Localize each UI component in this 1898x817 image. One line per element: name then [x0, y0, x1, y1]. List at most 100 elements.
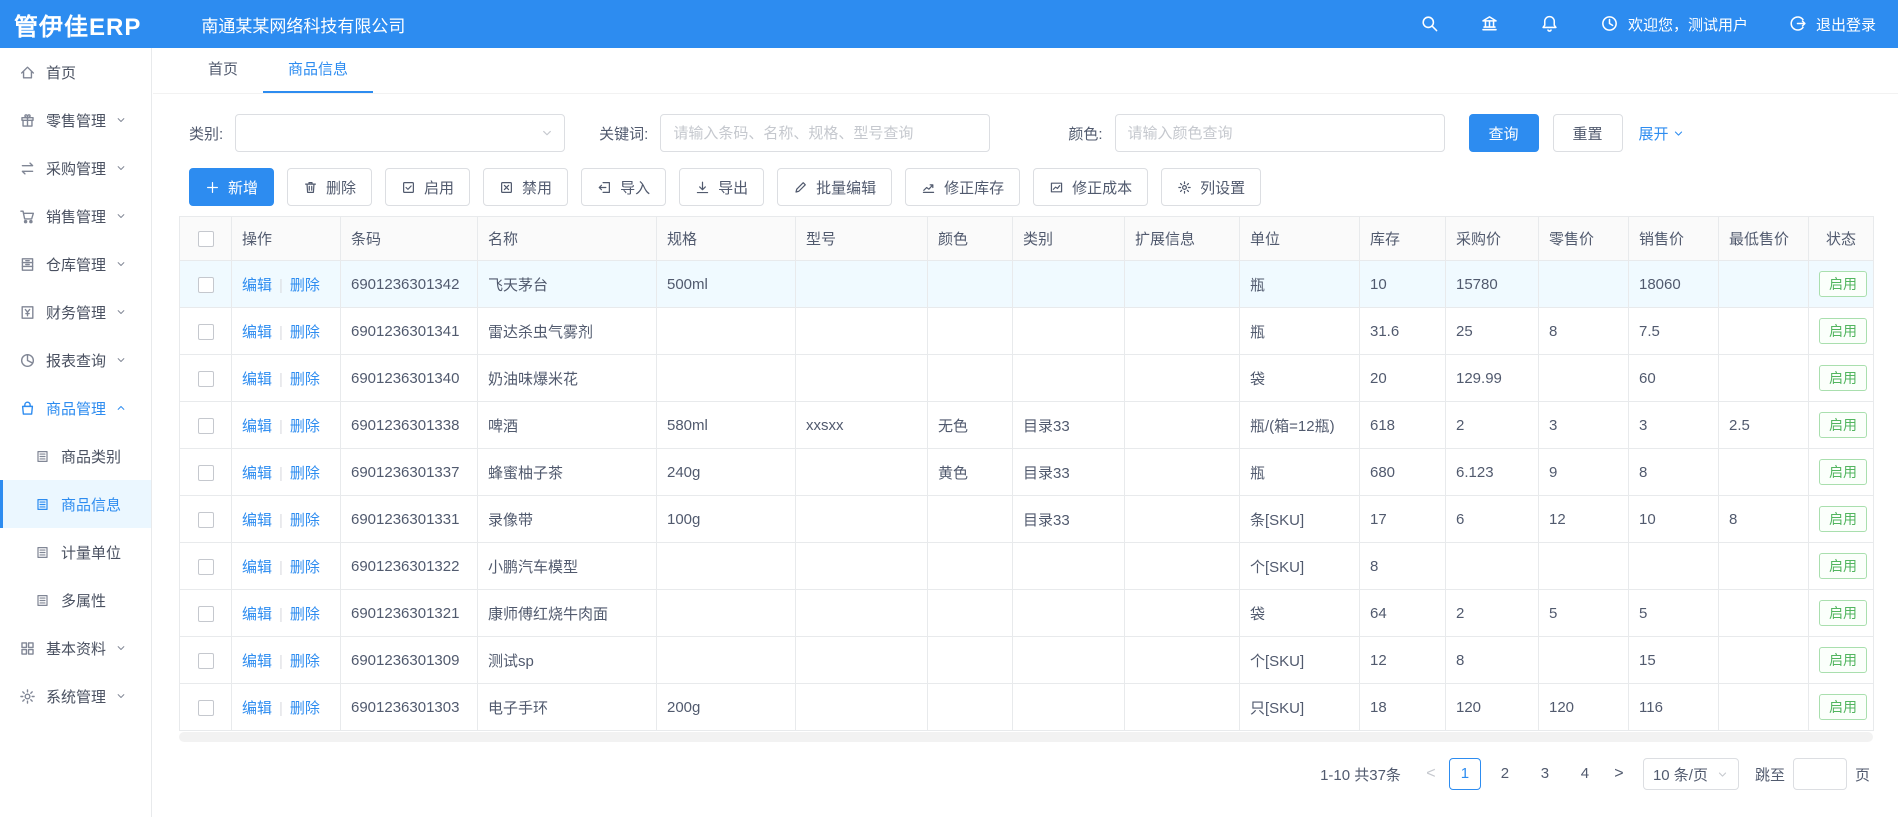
row-checkbox[interactable]	[198, 653, 214, 669]
jump-page-input[interactable]	[1793, 758, 1847, 790]
logout-button[interactable]: 退出登录	[1788, 14, 1876, 35]
导入-button[interactable]: 导入	[581, 168, 666, 206]
reset-button[interactable]: 重置	[1553, 114, 1623, 152]
status-badge: 启用	[1819, 647, 1867, 673]
keyword-input[interactable]	[660, 114, 990, 152]
tab-product-info[interactable]: 商品信息	[263, 48, 373, 93]
table-row: 编辑|删除6901236301341雷达杀虫气雾剂瓶31.62587.5启用	[180, 308, 1874, 355]
row-checkbox[interactable]	[198, 700, 214, 716]
select-all-checkbox[interactable]	[198, 231, 214, 247]
cell-unit: 瓶/(箱=12瓶)	[1240, 402, 1360, 449]
启用-button[interactable]: 启用	[385, 168, 470, 206]
page-number-2[interactable]: 2	[1489, 758, 1521, 790]
page-number-4[interactable]: 4	[1569, 758, 1601, 790]
jump-suffix: 页	[1855, 764, 1870, 785]
toolbar-button-label: 启用	[424, 177, 454, 198]
新增-button[interactable]: 新增	[189, 168, 274, 206]
delete-link[interactable]: 删除	[290, 465, 320, 482]
sidebar-item-报表查询[interactable]: 报表查询	[0, 336, 151, 384]
horizontal-scrollbar[interactable]	[179, 732, 1873, 742]
sidebar-item-系统管理[interactable]: 系统管理	[0, 672, 151, 720]
delete-link[interactable]: 删除	[290, 653, 320, 670]
operation-cell: 编辑|删除	[232, 543, 341, 590]
cell-purchase: 15780	[1446, 261, 1539, 308]
delete-link[interactable]: 删除	[290, 277, 320, 294]
sidebar-item-财务管理[interactable]: 财务管理	[0, 288, 151, 336]
sidebar-item-计量单位[interactable]: 计量单位	[0, 528, 151, 576]
delete-link[interactable]: 删除	[290, 700, 320, 717]
列设置-button[interactable]: 列设置	[1161, 168, 1261, 206]
color-input[interactable]	[1115, 114, 1445, 152]
修正成本-button[interactable]: 修正成本	[1033, 168, 1148, 206]
edit-link[interactable]: 编辑	[242, 418, 272, 435]
edit-link[interactable]: 编辑	[242, 465, 272, 482]
row-checkbox[interactable]	[198, 559, 214, 575]
cell-category	[1013, 637, 1125, 684]
row-checkbox[interactable]	[198, 418, 214, 434]
delete-link[interactable]: 删除	[290, 559, 320, 576]
expand-link[interactable]: 展开	[1639, 123, 1685, 144]
sidebar-item-商品信息[interactable]: 商品信息	[0, 480, 151, 528]
row-checkbox[interactable]	[198, 512, 214, 528]
pagination-summary: 1-10 共37条	[1320, 764, 1401, 785]
sidebar-item-首页[interactable]: 首页	[0, 48, 151, 96]
color-label: 颜色:	[1068, 123, 1102, 144]
edit-link[interactable]: 编辑	[242, 700, 272, 717]
row-checkbox-cell	[180, 543, 232, 590]
edit-link[interactable]: 编辑	[242, 653, 272, 670]
page-number-3[interactable]: 3	[1529, 758, 1561, 790]
删除-button[interactable]: 删除	[287, 168, 372, 206]
edit-link[interactable]: 编辑	[242, 606, 272, 623]
search-button[interactable]: 查询	[1469, 114, 1539, 152]
toolbar-button-label: 删除	[326, 177, 356, 198]
row-checkbox[interactable]	[198, 465, 214, 481]
row-checkbox[interactable]	[198, 371, 214, 387]
sidebar-item-商品管理[interactable]: 商品管理	[0, 384, 151, 432]
cell-color	[928, 637, 1013, 684]
operation-cell: 编辑|删除	[232, 308, 341, 355]
status-badge: 启用	[1819, 694, 1867, 720]
修正库存-button[interactable]: 修正库存	[905, 168, 1020, 206]
edit-link[interactable]: 编辑	[242, 277, 272, 294]
column-header-单位: 单位	[1240, 217, 1360, 261]
sidebar-item-label: 首页	[46, 62, 137, 83]
column-header-名称: 名称	[478, 217, 657, 261]
row-checkbox-cell	[180, 355, 232, 402]
link-separator: |	[279, 418, 283, 435]
edit-link[interactable]: 编辑	[242, 559, 272, 576]
sidebar-item-仓库管理[interactable]: 仓库管理	[0, 240, 151, 288]
sidebar-item-多属性[interactable]: 多属性	[0, 576, 151, 624]
禁用-button[interactable]: 禁用	[483, 168, 568, 206]
sidebar-item-基本资料[interactable]: 基本资料	[0, 624, 151, 672]
edit-link[interactable]: 编辑	[242, 324, 272, 341]
sidebar-item-零售管理[interactable]: 零售管理	[0, 96, 151, 144]
toolbar-button-label: 列设置	[1200, 177, 1245, 198]
edit-link[interactable]: 编辑	[242, 512, 272, 529]
row-checkbox[interactable]	[198, 606, 214, 622]
delete-link[interactable]: 删除	[290, 606, 320, 623]
category-select[interactable]	[235, 114, 565, 152]
welcome-user[interactable]: 欢迎您，测试用户	[1600, 14, 1748, 35]
bell-icon[interactable]	[1540, 14, 1560, 34]
row-checkbox[interactable]	[198, 277, 214, 293]
page-size-select[interactable]: 10 条/页	[1643, 758, 1739, 790]
delete-link[interactable]: 删除	[290, 418, 320, 435]
search-icon[interactable]	[1420, 14, 1440, 34]
row-checkbox[interactable]	[198, 324, 214, 340]
next-page-button[interactable]: >	[1605, 758, 1633, 790]
sidebar-item-商品类别[interactable]: 商品类别	[0, 432, 151, 480]
link-separator: |	[279, 465, 283, 482]
sidebar-item-销售管理[interactable]: 销售管理	[0, 192, 151, 240]
delete-link[interactable]: 删除	[290, 512, 320, 529]
edit-link[interactable]: 编辑	[242, 371, 272, 388]
bank-icon[interactable]	[1480, 14, 1500, 34]
批量编辑-button[interactable]: 批量编辑	[777, 168, 892, 206]
cell-sale	[1629, 543, 1719, 590]
delete-link[interactable]: 删除	[290, 324, 320, 341]
导出-button[interactable]: 导出	[679, 168, 764, 206]
prev-page-button[interactable]: <	[1417, 758, 1445, 790]
sidebar-item-采购管理[interactable]: 采购管理	[0, 144, 151, 192]
delete-link[interactable]: 删除	[290, 371, 320, 388]
tab-home[interactable]: 首页	[183, 48, 263, 93]
page-number-1[interactable]: 1	[1449, 758, 1481, 790]
